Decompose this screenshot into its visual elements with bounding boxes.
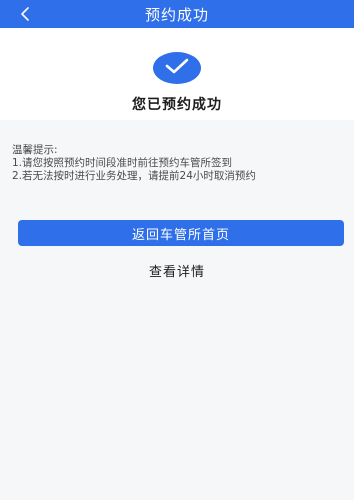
page-title: 预约成功	[144, 5, 209, 24]
tip-item: 2.若无法按时进行业务处理，请提前24小时取消预约	[12, 170, 256, 182]
return-home-button[interactable]: 返回车管所首页	[18, 220, 344, 246]
tips-heading: 温馨提示:	[12, 144, 58, 156]
check-icon	[164, 57, 190, 79]
back-button[interactable]	[14, 4, 36, 24]
success-panel: 您已预约成功	[0, 28, 354, 120]
view-details-link[interactable]: 查看详情	[0, 261, 354, 280]
chevron-left-icon	[19, 6, 31, 22]
success-check-badge	[153, 52, 201, 84]
title-bar: 预约成功	[0, 0, 354, 28]
app-screen: 预约成功 您已预约成功 温馨提示: 1.请您按照预约时间段准时前往预约车管所签到…	[0, 0, 354, 500]
tips-section: 温馨提示: 1.请您按照预约时间段准时前往预约车管所签到 2.若无法按时进行业务…	[12, 144, 256, 183]
success-message: 您已预约成功	[132, 97, 222, 113]
tip-item: 1.请您按照预约时间段准时前往预约车管所签到	[12, 157, 233, 169]
